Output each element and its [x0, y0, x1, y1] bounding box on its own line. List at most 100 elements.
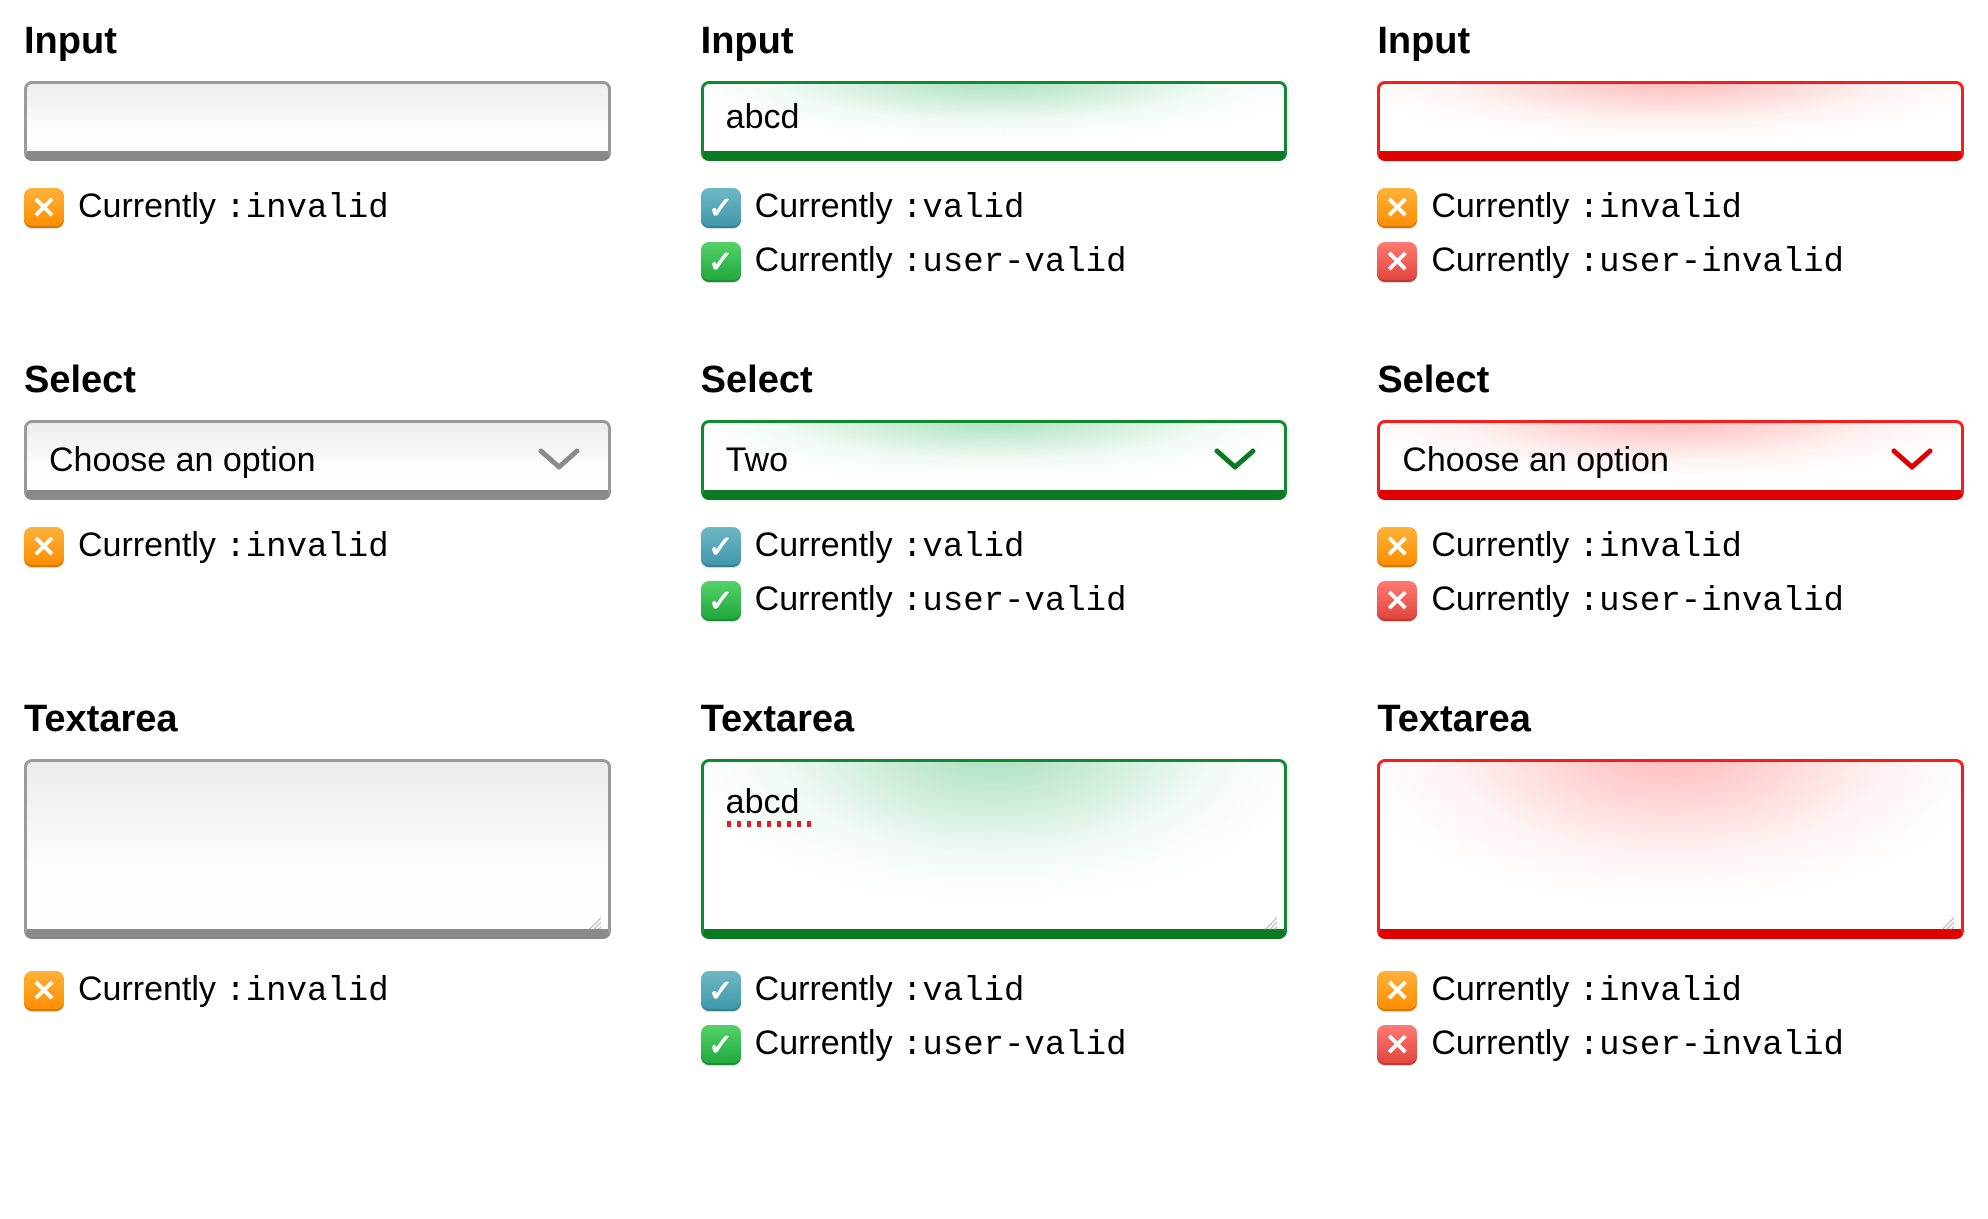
status-pseudo: :valid: [902, 529, 1024, 567]
input-cell-col1: Input Currently :invalid: [24, 20, 611, 289]
textarea-field[interactable]: abcd: [701, 759, 1288, 939]
status-prefix: Currently: [755, 187, 902, 225]
select-cell-col1: Select Choose an option Currently :inval…: [24, 359, 611, 628]
status-prefix: Currently: [78, 970, 225, 1008]
status-user-valid: Currently :user-valid: [701, 1018, 1288, 1072]
input-label: Input: [701, 20, 1288, 63]
input-field[interactable]: [24, 81, 611, 161]
status-list: Currently :invalid: [24, 964, 611, 1018]
status-prefix: Currently: [78, 187, 225, 225]
status-user-invalid: Currently :user-invalid: [1377, 1018, 1964, 1072]
status-pseudo: :user-invalid: [1579, 583, 1844, 621]
cross-icon: [1377, 188, 1417, 228]
cross-icon: [1377, 581, 1417, 621]
select-label: Select: [24, 359, 611, 402]
textarea-label: Textarea: [701, 698, 1288, 741]
select-wrap: Choose an option: [24, 420, 611, 500]
select-label: Select: [701, 359, 1288, 402]
status-pseudo: :user-invalid: [1579, 1027, 1844, 1065]
input-cell-col3: Input Currently :invalid Currently :user…: [1377, 20, 1964, 289]
status-prefix: Currently: [1431, 241, 1578, 279]
status-pseudo: :invalid: [1579, 529, 1742, 567]
status-valid: Currently :valid: [701, 520, 1288, 574]
status-prefix: Currently: [1431, 1024, 1578, 1062]
input-wrap: [1377, 81, 1964, 161]
textarea-label: Textarea: [24, 698, 611, 741]
textarea-field[interactable]: [1377, 759, 1964, 939]
status-user-invalid: Currently :user-invalid: [1377, 235, 1964, 289]
textarea-field[interactable]: [24, 759, 611, 939]
textarea-wrap: abcd: [701, 759, 1288, 944]
status-list: Currently :valid Currently :user-valid: [701, 520, 1288, 628]
select-wrap: Two: [701, 420, 1288, 500]
select-cell-col3: Select Choose an option Currently :inval…: [1377, 359, 1964, 628]
check-icon: [701, 188, 741, 228]
status-list: Currently :invalid Currently :user-inval…: [1377, 520, 1964, 628]
cross-icon: [1377, 971, 1417, 1011]
status-pseudo: :invalid: [225, 529, 388, 567]
status-pseudo: :user-valid: [902, 583, 1126, 621]
select-field[interactable]: Choose an option: [1377, 420, 1964, 500]
status-invalid: Currently :invalid: [1377, 181, 1964, 235]
cross-icon: [24, 188, 64, 228]
input-wrap: [24, 81, 611, 161]
status-list: Currently :invalid: [24, 181, 611, 235]
status-pseudo: :user-valid: [902, 1027, 1126, 1065]
status-prefix: Currently: [755, 970, 902, 1008]
status-prefix: Currently: [1431, 970, 1578, 1008]
cross-icon: [24, 527, 64, 567]
input-field[interactable]: [701, 81, 1288, 161]
status-pseudo: :user-valid: [902, 244, 1126, 282]
input-field[interactable]: [1377, 81, 1964, 161]
status-list: Currently :invalid Currently :user-inval…: [1377, 964, 1964, 1072]
cross-icon: [1377, 1025, 1417, 1065]
status-user-valid: Currently :user-valid: [701, 235, 1288, 289]
status-list: Currently :invalid: [24, 520, 611, 574]
status-prefix: Currently: [1431, 187, 1578, 225]
input-label: Input: [24, 20, 611, 63]
status-prefix: Currently: [78, 526, 225, 564]
input-wrap: [701, 81, 1288, 161]
status-list: Currently :valid Currently :user-valid: [701, 181, 1288, 289]
select-cell-col2: Select Two Currently :valid Currentl: [701, 359, 1288, 628]
status-list: Currently :invalid Currently :user-inval…: [1377, 181, 1964, 289]
cross-icon: [1377, 527, 1417, 567]
status-pseudo: :invalid: [225, 973, 388, 1011]
status-prefix: Currently: [1431, 580, 1578, 618]
status-prefix: Currently: [755, 1024, 902, 1062]
status-prefix: Currently: [755, 526, 902, 564]
textarea-wrap: [1377, 759, 1964, 944]
select-wrap: Choose an option: [1377, 420, 1964, 500]
status-prefix: Currently: [1431, 526, 1578, 564]
textarea-label: Textarea: [1377, 698, 1964, 741]
status-pseudo: :valid: [902, 973, 1024, 1011]
status-prefix: Currently: [755, 241, 902, 279]
status-valid: Currently :valid: [701, 181, 1288, 235]
status-invalid: Currently :invalid: [24, 520, 611, 574]
cross-icon: [24, 971, 64, 1011]
status-invalid: Currently :invalid: [1377, 520, 1964, 574]
textarea-cell-col1: Textarea Currently :invalid: [24, 698, 611, 1072]
status-pseudo: :user-invalid: [1579, 244, 1844, 282]
select-label: Select: [1377, 359, 1964, 402]
status-pseudo: :invalid: [1579, 190, 1742, 228]
status-valid: Currently :valid: [701, 964, 1288, 1018]
check-icon: [701, 242, 741, 282]
input-cell-col2: Input Currently :valid Currently :user-v…: [701, 20, 1288, 289]
cross-icon: [1377, 242, 1417, 282]
check-icon: [701, 527, 741, 567]
status-user-valid: Currently :user-valid: [701, 574, 1288, 628]
textarea-cell-col2: Textarea abcd Currently :valid Currently…: [701, 698, 1288, 1072]
select-field[interactable]: Choose an option: [24, 420, 611, 500]
status-invalid: Currently :invalid: [24, 181, 611, 235]
check-icon: [701, 581, 741, 621]
input-label: Input: [1377, 20, 1964, 63]
status-prefix: Currently: [755, 580, 902, 618]
status-pseudo: :invalid: [225, 190, 388, 228]
textarea-cell-col3: Textarea Currently :invalid Currently :u…: [1377, 698, 1964, 1072]
status-pseudo: :invalid: [1579, 973, 1742, 1011]
check-icon: [701, 971, 741, 1011]
status-pseudo: :valid: [902, 190, 1024, 228]
select-field[interactable]: Two: [701, 420, 1288, 500]
check-icon: [701, 1025, 741, 1065]
